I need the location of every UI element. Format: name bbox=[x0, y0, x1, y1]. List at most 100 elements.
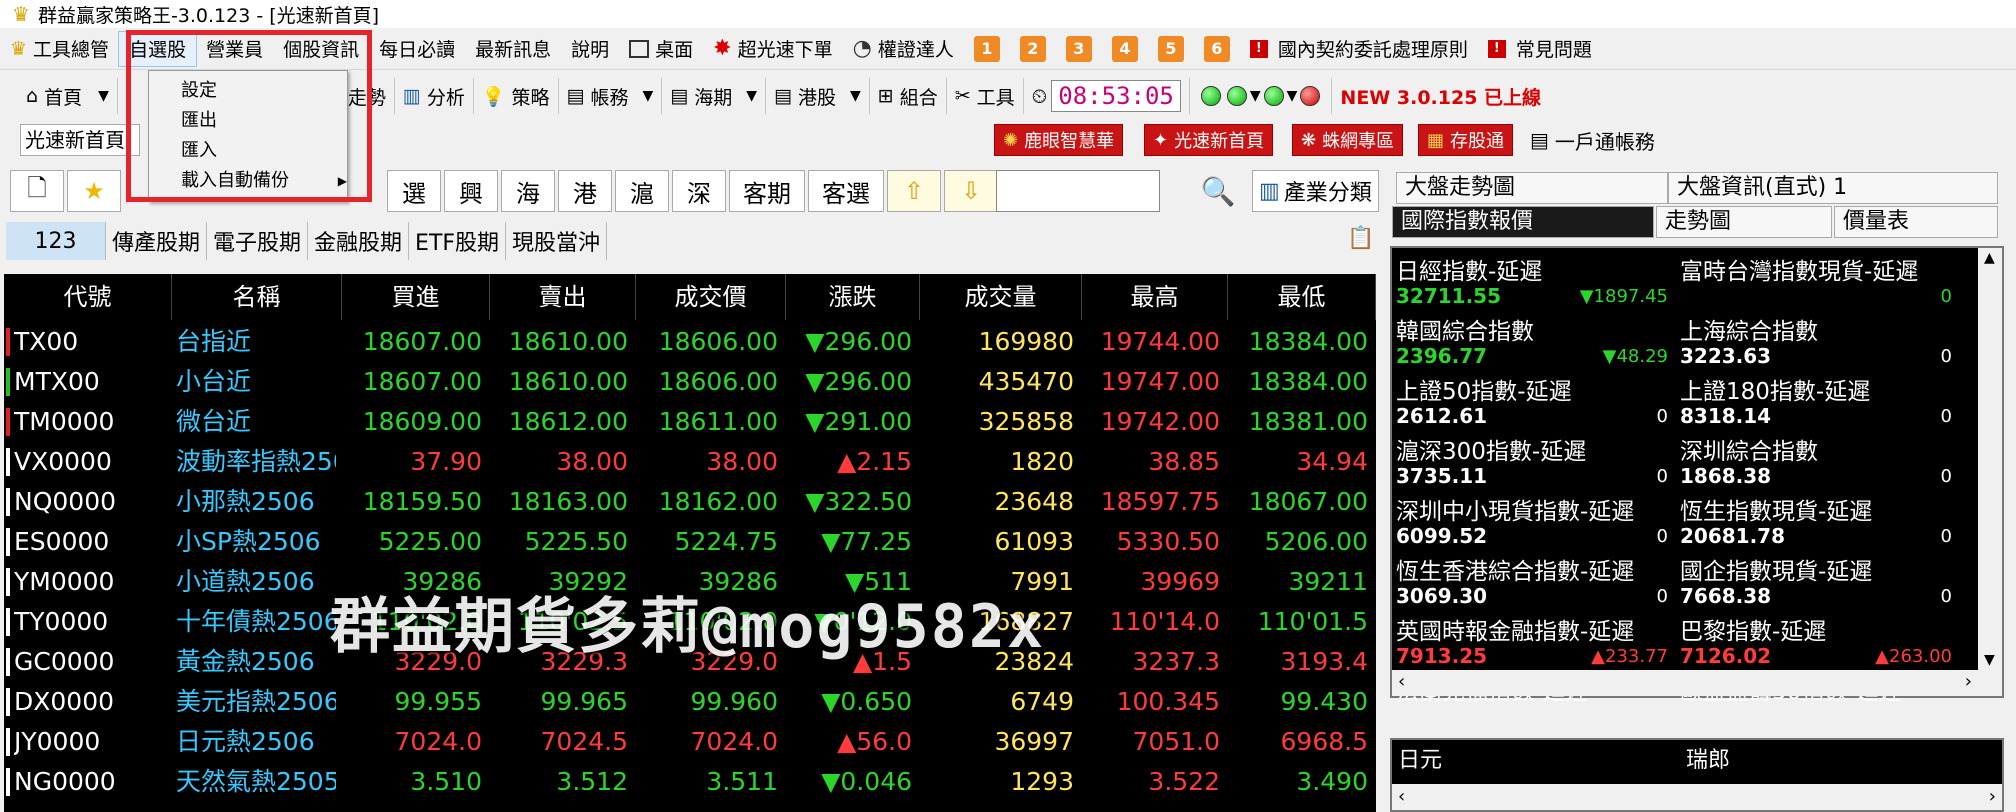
index-item[interactable]: 韓國綜合指數 2396.77 ▼48.29 bbox=[1392, 310, 1674, 370]
clipboard-icon[interactable]: 📋 bbox=[1346, 226, 1376, 256]
table-row[interactable]: TX00 台指近 18607.00 18610.00 18606.00 ▼296.00 16… bbox=[4, 322, 1376, 362]
index-item[interactable]: 上證180指數-延遲 8318.14 0 bbox=[1676, 370, 1958, 430]
table-row[interactable]: JY0000 日元熱2506 7024.0 7024.5 7024.0 ▲56.0 3699… bbox=[4, 722, 1376, 762]
index-name: 滬深300指數-延遲 bbox=[1396, 439, 1587, 465]
table-row[interactable]: TM0000 微台近 18609.00 18612.00 18611.00 ▼291.00… bbox=[4, 402, 1376, 442]
table-row[interactable]: NQ0000 小那熱2506 18159.50 18163.00 18162.00 ▼32… bbox=[4, 482, 1376, 522]
menu-fast-order[interactable]: ✸ 超光速下單 bbox=[703, 32, 842, 66]
subtab-financial[interactable]: 金融股期 bbox=[308, 222, 410, 260]
column-header[interactable]: 成交量 bbox=[920, 274, 1082, 320]
tab-overseas[interactable]: 海 bbox=[501, 170, 555, 212]
address-box[interactable]: 光速新首頁 bbox=[20, 124, 140, 156]
subtab-etf[interactable]: ETF股期 bbox=[409, 222, 507, 260]
tab-shenzhen[interactable]: 深 bbox=[672, 170, 726, 212]
toolbar-tools[interactable]: ✂ 工具 bbox=[947, 78, 1024, 114]
move-up-button[interactable]: ⇧ bbox=[887, 170, 941, 212]
menu-daily[interactable]: 每日必讀 bbox=[369, 32, 465, 66]
index-item[interactable]: 深圳綜合指數 1868.38 0 bbox=[1676, 430, 1958, 490]
tab-client-futures[interactable]: 客期 bbox=[729, 170, 805, 212]
toolbar-account[interactable]: ▤ 帳務 ▼ bbox=[559, 78, 663, 114]
subtab-traditional[interactable]: 傳產股期 bbox=[106, 222, 208, 260]
menu-contract-rules[interactable]: ! 國內契約委託處理原則 bbox=[1240, 32, 1478, 66]
speed-home-button[interactable]: ✦ 光速新首頁 bbox=[1144, 124, 1274, 156]
one-account-button[interactable]: ▤ 一戶通帳務 bbox=[1530, 124, 1655, 156]
quick-1[interactable]: 1 bbox=[964, 32, 1010, 66]
column-header[interactable]: 買進 bbox=[342, 274, 490, 320]
column-header[interactable]: 名稱 bbox=[172, 274, 342, 320]
column-header[interactable]: 代號 bbox=[4, 274, 172, 320]
search-button[interactable]: 🔍 bbox=[1196, 170, 1240, 212]
subtab-daytrade[interactable]: 現股當沖 bbox=[506, 222, 608, 260]
index-item[interactable]: 上證50指數-延遲 2612.61 0 bbox=[1392, 370, 1674, 430]
industry-button[interactable]: ▥ 產業分類 bbox=[1252, 170, 1379, 212]
horizontal-scrollbar[interactable]: ‹ › bbox=[1392, 784, 2002, 810]
toolbar-analysis[interactable]: ▥ 分析 bbox=[395, 78, 474, 114]
column-header[interactable]: 賣出 bbox=[490, 274, 636, 320]
column-header[interactable]: 漲跌 bbox=[786, 274, 920, 320]
menu-help[interactable]: 說明 bbox=[561, 32, 619, 66]
vertical-scrollbar[interactable]: ▲ ▼ bbox=[1978, 248, 2002, 670]
menu-faq[interactable]: ! 常見問題 bbox=[1478, 32, 1602, 66]
quick-5[interactable]: 5 bbox=[1148, 32, 1194, 66]
toolbar-overseas[interactable]: ▤ 海期 ▼ bbox=[662, 78, 767, 114]
index-item[interactable]: 國企指數現貨-延遲 7668.38 0 bbox=[1676, 550, 1958, 610]
table-row[interactable]: VX0000 波動率指熱2506 37.90 38.00 38.00 ▲2.15 1820 3… bbox=[4, 442, 1376, 482]
toolbar-home[interactable]: ⌂ 首頁 ▼ bbox=[0, 78, 118, 114]
green-light-icon bbox=[1226, 86, 1247, 106]
sub-tabs: 123 傳產股期 電子股期 金融股期 ETF股期 現股當沖 bbox=[6, 222, 608, 260]
index-item[interactable]: 恆生香港綜合指數-延遲 3069.30 0 bbox=[1392, 550, 1674, 610]
tab-client-options[interactable]: 客選 bbox=[808, 170, 884, 212]
quick-4[interactable]: 4 bbox=[1102, 32, 1148, 66]
table-row[interactable]: ES0000 小SP熱2506 5225.00 5225.50 5224.75 ▼77.2… bbox=[4, 522, 1376, 562]
spider-zone-button[interactable]: ❋ 蛛網專區 bbox=[1292, 124, 1404, 156]
menu-news[interactable]: 最新訊息 bbox=[465, 32, 561, 66]
cell-high: 3237.3 bbox=[1132, 647, 1220, 676]
favorite-button[interactable]: ★ bbox=[67, 170, 121, 212]
horizontal-scrollbar[interactable]: ‹ › bbox=[1392, 670, 2002, 696]
search-input[interactable] bbox=[996, 170, 1160, 212]
tab-hk[interactable]: 港 bbox=[558, 170, 612, 212]
quick-2[interactable]: 2 bbox=[1010, 32, 1056, 66]
tab-trend-chart[interactable]: 走勢圖 bbox=[1656, 206, 1832, 238]
quick-3[interactable]: 3 bbox=[1056, 32, 1102, 66]
table-row[interactable]: DX0000 美元指熱2506 99.955 99.965 99.960 ▼0.650 67… bbox=[4, 682, 1376, 722]
tab-market-info[interactable]: 大盤資訊(直式) 1 bbox=[1668, 172, 1998, 204]
tab-emerging[interactable]: 興 bbox=[444, 170, 498, 212]
menu-desktop[interactable]: 桌面 bbox=[619, 32, 703, 66]
index-item[interactable]: 巴黎指數-延遲 7126.02 ▲263.00 bbox=[1676, 610, 1958, 670]
tab-market-chart[interactable]: 大盤走勢圖 bbox=[1396, 172, 1668, 204]
move-down-button[interactable]: ⇩ bbox=[944, 170, 998, 212]
toolbar-strategy[interactable]: 💡 策略 bbox=[474, 78, 559, 114]
index-item[interactable]: 深圳中小現貨指數-延遲 6099.52 0 bbox=[1392, 490, 1674, 550]
subtab-123[interactable]: 123 bbox=[6, 222, 106, 260]
deer-eye-button[interactable]: ✺ 鹿眼智慧華 bbox=[994, 124, 1124, 156]
toolbar-hk[interactable]: ▤ 港股 ▼ bbox=[766, 78, 870, 114]
index-item[interactable]: 富時台灣指數現貨-延遲 0 bbox=[1676, 250, 1958, 310]
tab-options[interactable]: 選 bbox=[387, 170, 441, 212]
toolbar-combo[interactable]: ⊞ 組合 bbox=[870, 78, 947, 114]
index-item[interactable]: 上海綜合指數 3223.63 0 bbox=[1676, 310, 1958, 370]
menu-warrant[interactable]: ◔ 權證達人 bbox=[843, 32, 964, 66]
column-header[interactable]: 最低 bbox=[1228, 274, 1376, 320]
cell-low: 3193.4 bbox=[1280, 647, 1368, 676]
version-notice[interactable]: NEW 3.0.125 已上線 bbox=[1332, 78, 1549, 114]
table-row[interactable]: MTX00 小台近 18607.00 18610.00 18606.00 ▼296.00 4… bbox=[4, 362, 1376, 402]
menu-tools[interactable]: ♛ 工具總管 bbox=[0, 32, 119, 66]
column-header[interactable]: 最高 bbox=[1082, 274, 1228, 320]
tab-label: 國際指數報價 bbox=[1401, 209, 1534, 234]
table-row[interactable]: NG0000 天然氣熱2505 3.510 3.512 3.511 ▼0.046 1293 3… bbox=[4, 762, 1376, 802]
tab-price-volume[interactable]: 價量表 bbox=[1834, 206, 1998, 238]
status-lights[interactable]: ▼ ▼ bbox=[1190, 78, 1333, 114]
tab-intl-index[interactable]: 國際指數報價 bbox=[1392, 206, 1654, 238]
index-item[interactable]: 滬深300指數-延遲 3735.11 0 bbox=[1392, 430, 1674, 490]
subtab-label: 傳產股期 bbox=[112, 231, 201, 256]
index-item[interactable]: 英國時報金融指數-延遲 7913.25 ▲233.77 bbox=[1392, 610, 1674, 670]
tab-shanghai[interactable]: 滬 bbox=[615, 170, 669, 212]
new-icon-button[interactable]: 🗋 bbox=[10, 170, 64, 212]
column-header[interactable]: 成交價 bbox=[636, 274, 786, 320]
index-item[interactable]: 恆生指數現貨-延遲 20681.78 0 bbox=[1676, 490, 1958, 550]
save-stock-button[interactable]: ▦ 存股通 bbox=[1418, 124, 1514, 156]
index-item[interactable]: 日經指數-延遲 32711.55 ▼1897.45 bbox=[1392, 250, 1674, 310]
quick-6[interactable]: 6 bbox=[1194, 32, 1240, 66]
subtab-electronic[interactable]: 電子股期 bbox=[207, 222, 309, 260]
